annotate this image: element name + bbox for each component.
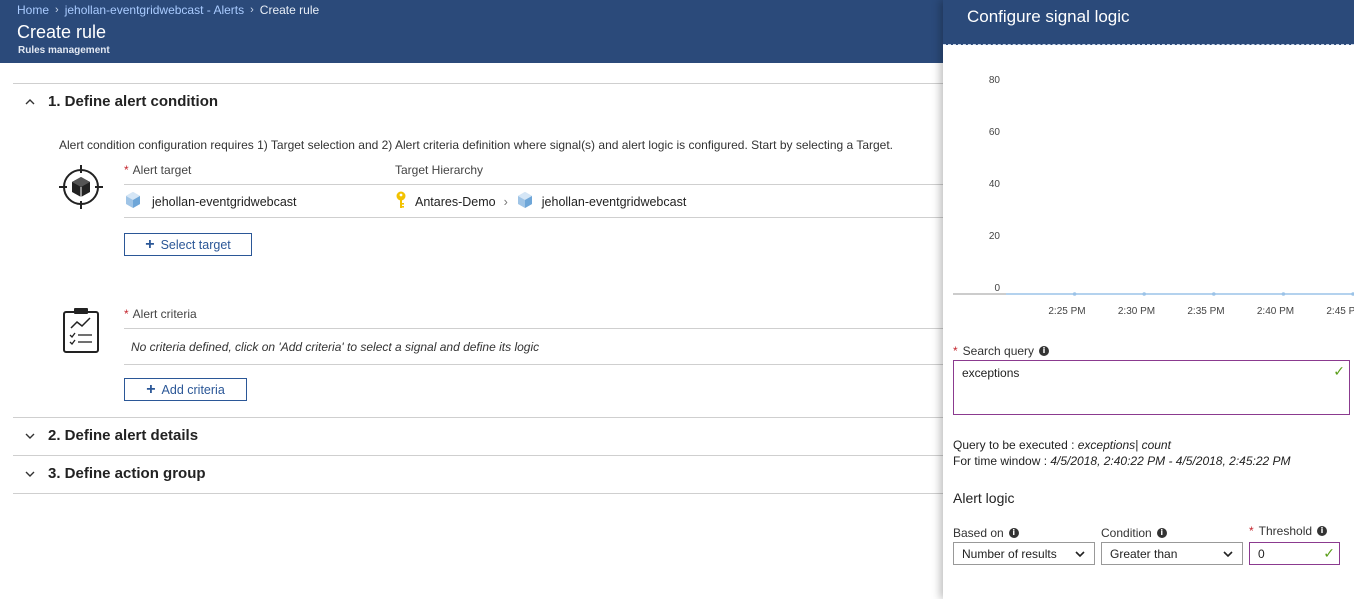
info-icon[interactable]: i <box>1317 526 1328 536</box>
section-title: 3. Define action group <box>48 465 206 482</box>
divider <box>13 493 943 494</box>
x-tick-label: 2:25 PM <box>1048 306 1085 317</box>
target-hierarchy: Antares-Demo › jehollan-eventgridwebcast <box>395 191 686 212</box>
hierarchy-parent: Antares-Demo <box>415 194 496 209</box>
alert-target-label: * Alert target <box>124 163 192 177</box>
x-tick-label: 2:40 PM <box>1257 306 1294 317</box>
search-query-label: * Search query i <box>953 344 1050 358</box>
checkmark-icon: ✓ <box>1323 545 1335 561</box>
divider <box>13 455 943 456</box>
chevron-down-icon <box>24 430 36 442</box>
y-tick-label: 20 <box>989 231 1001 242</box>
target-row: jehollan-eventgridwebcast <box>124 191 297 212</box>
alert-logic-title: Alert logic <box>953 490 1015 506</box>
breadcrumb-current: Create rule <box>259 3 320 17</box>
data-point <box>1142 292 1146 296</box>
chevron-down-icon <box>1075 550 1085 557</box>
condition-label: Condition i <box>1101 526 1167 540</box>
checkmark-icon: ✓ <box>1333 363 1345 379</box>
configure-signal-logic-panel: Configure signal logic 80 60 40 20 0 2:25 PM… <box>943 0 1354 599</box>
hierarchy-child: jehollan-eventgridwebcast <box>541 194 687 209</box>
section-define-action-group[interactable]: 3. Define action group <box>24 465 206 482</box>
key-icon <box>395 191 407 212</box>
plus-icon: + <box>146 380 156 398</box>
panel-header: Configure signal logic <box>943 0 1354 45</box>
chevron-down-icon <box>24 468 36 480</box>
add-criteria-button[interactable]: + Add criteria <box>124 378 247 401</box>
divider <box>13 417 943 418</box>
based-on-label: Based on i <box>953 526 1019 540</box>
divider <box>124 364 943 365</box>
panel-title: Configure signal logic <box>967 7 1130 26</box>
cube-icon <box>124 191 142 212</box>
breadcrumb: Home › jehollan-eventgridwebcast - Alert… <box>17 3 319 17</box>
condition-intro-text: Alert condition configuration requires 1… <box>59 138 893 152</box>
section-title: 1. Define alert condition <box>48 93 219 110</box>
info-icon[interactable]: i <box>1039 346 1050 356</box>
chevron-up-icon <box>24 96 36 108</box>
page-subtitle: Rules management <box>18 45 110 56</box>
breadcrumb-home-link[interactable]: Home <box>17 3 49 17</box>
y-tick-label: 40 <box>989 179 1001 190</box>
no-criteria-text: No criteria defined, click on 'Add crite… <box>131 340 540 354</box>
section-define-alert-details[interactable]: 2. Define alert details <box>24 427 198 444</box>
target-crosshair-icon <box>59 165 103 209</box>
clipboard-chart-icon <box>62 308 100 354</box>
divider <box>13 83 943 84</box>
data-point <box>1072 292 1077 296</box>
target-name: jehollan-eventgridwebcast <box>152 194 297 209</box>
cube-icon <box>516 191 534 212</box>
x-tick-label: 2:35 PM <box>1187 306 1224 317</box>
x-tick-label: 2:45 PM <box>1326 306 1354 317</box>
target-hierarchy-label: Target Hierarchy <box>395 163 484 177</box>
signal-chart: 80 60 40 20 0 2:25 PM 2:30 PM 2:35 PM 2:40 PM 2:… <box>953 75 1354 317</box>
query-to-execute: Query to be executed : exceptions| count <box>953 438 1171 452</box>
time-window: For time window : 4/5/2018, 2:40:22 PM -… <box>953 454 1291 468</box>
alert-criteria-label: * Alert criteria <box>124 307 197 321</box>
y-tick-label: 80 <box>989 75 1001 86</box>
threshold-label: * Threshold i <box>1249 524 1328 538</box>
y-tick-label: 60 <box>989 127 1001 138</box>
breadcrumb-alerts-link[interactable]: jehollan-eventgridwebcast - Alerts <box>65 3 244 17</box>
x-tick-label: 2:30 PM <box>1118 306 1155 317</box>
info-icon[interactable]: i <box>1156 528 1167 538</box>
based-on-select[interactable]: Number of results <box>953 542 1095 565</box>
condition-select[interactable]: Greater than <box>1101 542 1243 565</box>
y-tick-label: 0 <box>994 283 1000 294</box>
select-target-button[interactable]: + Select target <box>124 233 252 256</box>
divider <box>124 217 943 218</box>
divider <box>124 184 943 185</box>
data-point <box>1281 292 1286 296</box>
info-icon[interactable]: i <box>1008 528 1019 538</box>
chevron-right-icon: › <box>55 4 59 16</box>
data-point <box>1212 292 1216 296</box>
threshold-input[interactable]: 0 ✓ <box>1249 542 1340 565</box>
search-query-input[interactable]: exceptions ✓ <box>953 360 1350 415</box>
divider <box>124 328 943 329</box>
page-title: Create rule <box>17 22 107 42</box>
section-define-alert-condition[interactable]: 1. Define alert condition <box>24 93 218 110</box>
chevron-right-icon: › <box>250 4 254 16</box>
chevron-down-icon <box>1223 550 1233 557</box>
plus-icon: + <box>145 235 155 253</box>
chevron-right-icon: › <box>503 194 508 209</box>
section-title: 2. Define alert details <box>48 427 199 444</box>
